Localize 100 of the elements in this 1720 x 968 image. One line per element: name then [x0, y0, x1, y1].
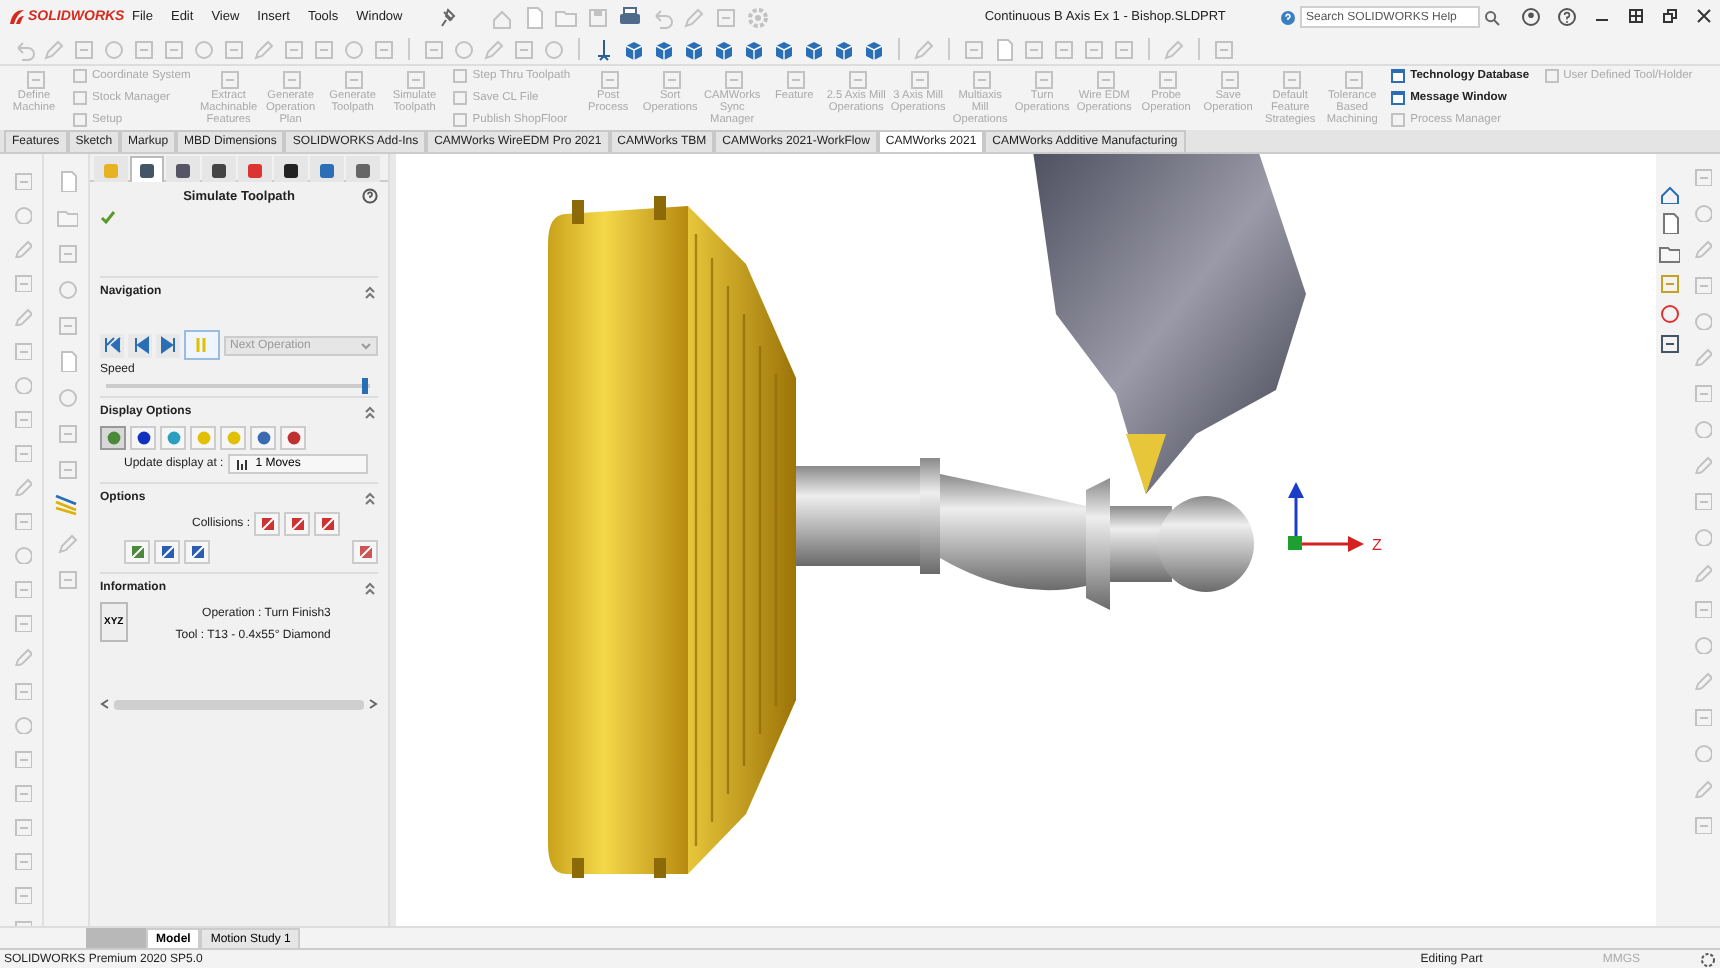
pencil-icon[interactable]	[11, 646, 31, 666]
pencil-icon[interactable]	[42, 37, 66, 61]
printer-icon[interactable]	[618, 5, 643, 29]
option-button[interactable]	[184, 540, 210, 564]
playback-button[interactable]	[156, 333, 180, 357]
restore-icon[interactable]	[1662, 8, 1678, 24]
collapsed-tab[interactable]	[86, 928, 146, 948]
square-icon[interactable]	[1112, 37, 1136, 61]
display-mode-button[interactable]	[250, 426, 276, 450]
pencil-icon[interactable]	[11, 476, 31, 496]
square-icon[interactable]	[55, 242, 77, 264]
new-document-icon[interactable]	[522, 5, 547, 29]
close-icon[interactable]	[1696, 8, 1712, 24]
circle-icon[interactable]	[55, 386, 77, 408]
pencil-icon[interactable]	[1691, 238, 1711, 258]
collapse-icon[interactable]	[362, 402, 378, 420]
pin-icon[interactable]	[440, 7, 457, 27]
square-icon[interactable]	[55, 422, 77, 444]
square-icon[interactable]	[132, 37, 156, 61]
step-back-icon	[131, 336, 149, 354]
document-icon[interactable]	[1658, 212, 1680, 234]
scrollbar-thumb[interactable]	[114, 699, 364, 709]
square-icon[interactable]	[162, 37, 186, 61]
square-icon[interactable]	[1022, 37, 1046, 61]
pencil-icon[interactable]	[55, 532, 77, 554]
cube-icon[interactable]	[622, 37, 646, 61]
pencil-icon[interactable]	[1691, 346, 1711, 366]
collapse-icon[interactable]	[362, 488, 378, 506]
tile-icon[interactable]	[1628, 8, 1644, 24]
appearance-icon[interactable]	[1658, 302, 1680, 324]
cube-icon[interactable]	[832, 37, 856, 61]
panel-tab[interactable]	[202, 156, 236, 182]
square-icon[interactable]	[55, 458, 77, 480]
circle-icon[interactable]	[452, 37, 476, 61]
pencil-icon[interactable]	[252, 37, 276, 61]
scroll-right-icon[interactable]	[368, 698, 378, 710]
panel-tab[interactable]	[274, 156, 308, 182]
ok-check-icon[interactable]	[100, 210, 116, 224]
pencil-icon[interactable]	[912, 37, 936, 61]
tool-glyph-icon	[907, 68, 930, 90]
square-icon[interactable]	[222, 37, 246, 61]
pencil-icon[interactable]	[1691, 670, 1711, 690]
circle-icon[interactable]	[192, 37, 216, 61]
palette-icon[interactable]	[1658, 272, 1680, 294]
cube-icon[interactable]	[652, 37, 676, 61]
slider-thumb[interactable]	[361, 378, 368, 394]
folder-icon[interactable]	[1658, 242, 1680, 264]
display-mode-button[interactable]	[280, 426, 306, 450]
undo-icon[interactable]	[12, 37, 36, 61]
cube-icon[interactable]	[742, 37, 766, 61]
scroll-left-icon[interactable]	[100, 698, 110, 710]
cube-icon[interactable]	[712, 37, 736, 61]
square-icon[interactable]	[1082, 37, 1106, 61]
panel-tab[interactable]	[166, 156, 200, 182]
square-icon[interactable]	[372, 37, 396, 61]
circle-icon[interactable]	[102, 37, 126, 61]
cube-icon[interactable]	[802, 37, 826, 61]
square-icon[interactable]	[282, 37, 306, 61]
pencil-icon[interactable]	[1691, 454, 1711, 474]
layers-icon[interactable]	[54, 494, 78, 518]
pencil-icon[interactable]	[11, 238, 31, 258]
collapse-icon[interactable]	[362, 282, 378, 300]
circle-icon[interactable]	[542, 37, 566, 61]
collision-button[interactable]	[254, 512, 281, 536]
pencil-icon[interactable]	[1691, 778, 1711, 798]
option-button[interactable]	[352, 540, 378, 564]
circle-icon[interactable]	[55, 278, 77, 300]
square-icon[interactable]	[1052, 37, 1076, 61]
home-icon[interactable]	[1658, 182, 1680, 204]
user-icon[interactable]	[1522, 8, 1540, 26]
panel-icon[interactable]	[1658, 332, 1680, 354]
square-icon[interactable]	[962, 37, 986, 61]
pencil-icon[interactable]	[1162, 37, 1186, 61]
help-icon[interactable]	[362, 188, 378, 204]
cube-icon[interactable]	[862, 37, 886, 61]
square-icon[interactable]	[512, 37, 536, 61]
square-icon[interactable]	[55, 568, 77, 590]
help-icon[interactable]	[1558, 8, 1576, 26]
collapse-icon[interactable]	[362, 578, 378, 596]
collision-button[interactable]	[284, 512, 311, 536]
settings-icon[interactable]	[1700, 951, 1716, 967]
option-button[interactable]	[154, 540, 180, 564]
display-mode-button[interactable]	[130, 426, 156, 450]
cube-icon[interactable]	[772, 37, 796, 61]
playback-button[interactable]	[128, 333, 152, 357]
pencil-icon[interactable]	[11, 306, 31, 326]
panel-tab[interactable]	[130, 156, 164, 182]
square-icon[interactable]	[312, 37, 336, 61]
option-button[interactable]	[124, 540, 150, 564]
collision-button[interactable]	[314, 512, 341, 536]
circle-icon[interactable]	[342, 37, 366, 61]
pin-icon[interactable]	[592, 37, 616, 61]
square-icon[interactable]	[55, 314, 77, 336]
pencil-icon[interactable]	[482, 37, 506, 61]
square-icon[interactable]	[422, 37, 446, 61]
square-icon[interactable]	[72, 37, 96, 61]
playback-button[interactable]	[100, 333, 124, 357]
square-icon[interactable]	[1212, 37, 1236, 61]
cube-icon[interactable]	[682, 37, 706, 61]
pencil-icon[interactable]	[1691, 562, 1711, 582]
